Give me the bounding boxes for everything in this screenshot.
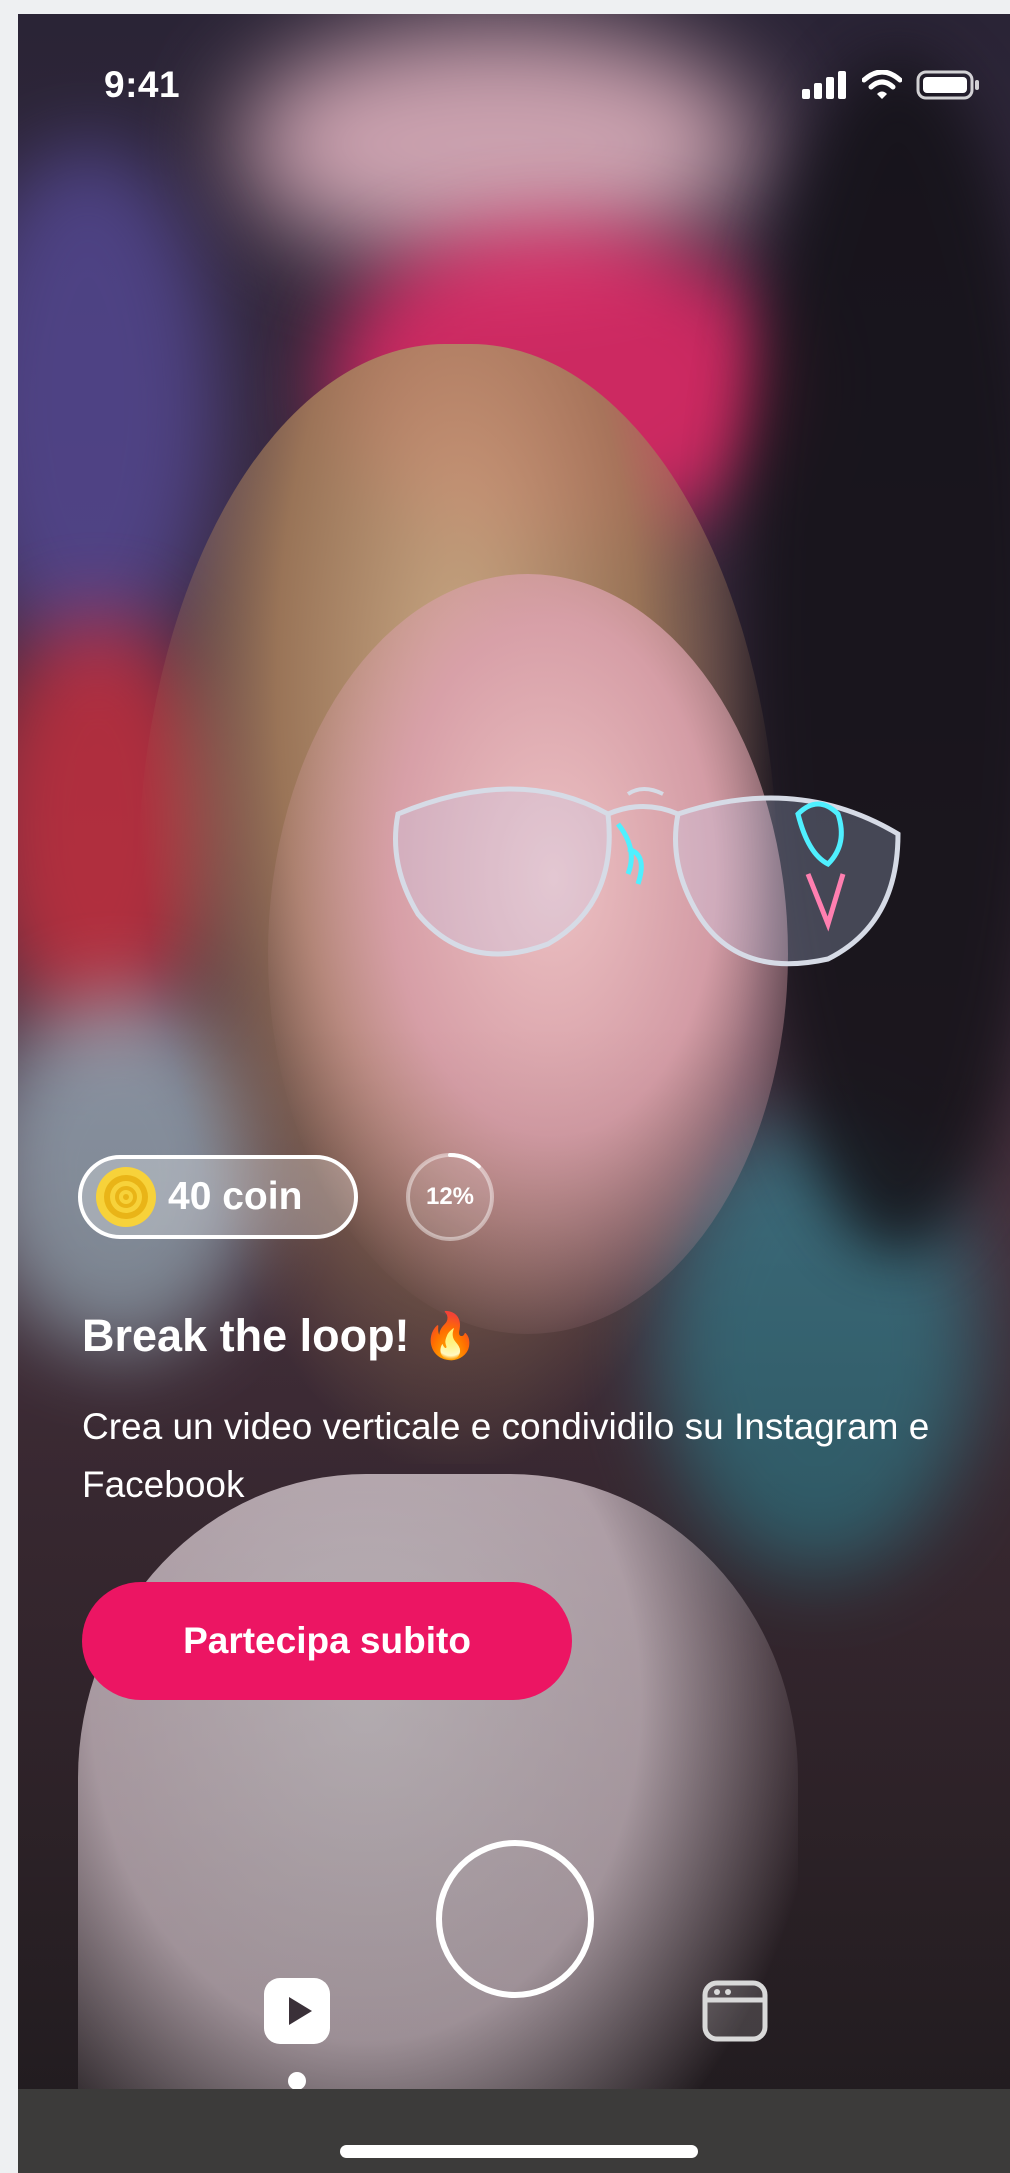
gallery-icon[interactable] bbox=[702, 1980, 768, 2042]
battery-icon bbox=[916, 70, 979, 100]
home-indicator[interactable] bbox=[340, 2145, 698, 2158]
home-bar-area bbox=[18, 2089, 1010, 2173]
challenge-title: Break the loop! 🔥 bbox=[82, 1310, 479, 1361]
play-icon[interactable] bbox=[264, 1978, 330, 2044]
wifi-icon bbox=[862, 70, 902, 99]
coin-reward-badge: 40 coin bbox=[78, 1155, 358, 1239]
status-bar: 9:41 bbox=[18, 14, 1010, 134]
challenge-badges: 40 coin 12% bbox=[78, 1151, 496, 1243]
glasses-shape bbox=[393, 786, 901, 967]
progress-label: 12% bbox=[425, 1183, 475, 1210]
app-screen: 9:41 40 coin 12% Break the loop! 🔥 Crea … bbox=[18, 14, 1010, 2173]
progress-ring: 12% bbox=[404, 1151, 496, 1243]
active-tab-indicator bbox=[288, 2072, 306, 2090]
record-button[interactable] bbox=[436, 1840, 594, 1998]
cellular-signal-icon bbox=[802, 71, 846, 99]
challenge-description: Crea un video verticale e condividilo su… bbox=[82, 1406, 930, 1505]
status-time: 9:41 bbox=[104, 64, 181, 105]
join-now-button[interactable]: Partecipa subito bbox=[82, 1582, 572, 1700]
coin-label: 40 coin bbox=[168, 1175, 303, 1218]
coin-icon bbox=[96, 1167, 156, 1227]
